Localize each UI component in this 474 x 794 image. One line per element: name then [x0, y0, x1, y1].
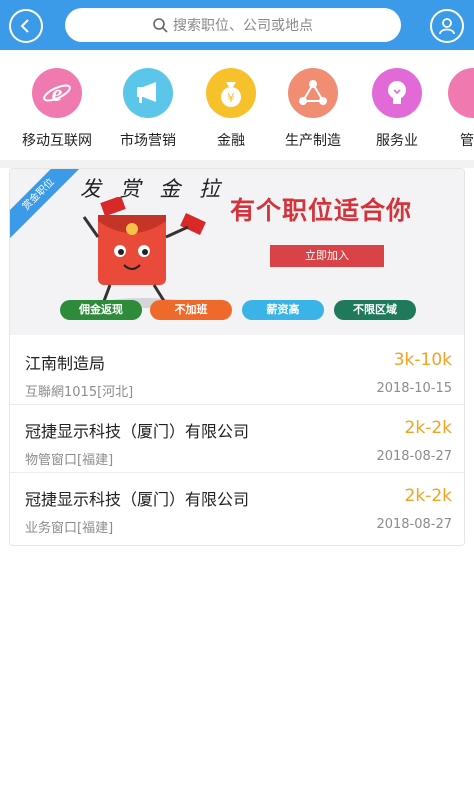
ie-browser-icon: e	[32, 68, 82, 118]
category-label: 管	[460, 133, 474, 149]
job-date: 2018-08-27	[376, 517, 452, 532]
tag-high-salary: 薪资高	[242, 300, 324, 320]
category-label: 市场营销	[120, 133, 176, 149]
tag-no-overtime: 不加班	[150, 300, 232, 320]
category-service[interactable]: 服务业	[352, 68, 442, 150]
tag-any-region: 不限区域	[334, 300, 416, 320]
user-button[interactable]	[430, 9, 464, 43]
job-panel: 赏金职位 发 赏 金 拉 有个职位适合你 立即加入 佣金返现 不加班 薪资高 不…	[9, 168, 465, 546]
job-list-item[interactable]: 冠捷显示科技（厦门）有限公司 2k-2k 业务窗口[福建] 2018-08-27	[10, 473, 464, 541]
category-label: 金融	[217, 133, 245, 149]
promo-banner[interactable]: 赏金职位 发 赏 金 拉 有个职位适合你 立即加入 佣金返现 不加班 薪资高 不…	[10, 169, 464, 335]
job-date: 2018-10-15	[376, 381, 452, 396]
job-salary: 2k-2k	[404, 486, 452, 506]
partial-icon	[448, 68, 474, 118]
category-label: 服务业	[376, 133, 418, 149]
category-marketing[interactable]: 市场营销	[103, 68, 193, 150]
category-label: 移动互联网	[22, 133, 92, 149]
search-input[interactable]: 搜索职位、公司或地点	[65, 8, 401, 42]
job-list-item[interactable]: 江南制造局 3k-10k 互聯網1015[河北] 2018-10-15	[10, 337, 464, 405]
category-strip: e 移动互联网 市场营销 ¥ 金融 生产制造 服务业 管	[0, 50, 474, 160]
section-divider	[0, 160, 474, 168]
top-bar: 搜索职位、公司或地点	[0, 0, 474, 50]
job-department: 物管窗口[福建]	[25, 453, 114, 468]
job-title: 冠捷显示科技（厦门）有限公司	[25, 490, 250, 509]
bounty-ribbon: 赏金职位	[10, 169, 85, 241]
megaphone-icon	[123, 68, 173, 118]
banner-slogan: 有个职位适合你	[230, 196, 413, 225]
lightbulb-icon	[372, 68, 422, 118]
join-now-button[interactable]: 立即加入	[270, 245, 384, 267]
user-icon	[439, 18, 455, 35]
svg-text:¥: ¥	[227, 91, 235, 105]
chevron-left-icon	[20, 19, 29, 33]
job-title: 江南制造局	[25, 354, 106, 373]
category-manufacturing[interactable]: 生产制造	[268, 68, 358, 150]
category-label: 生产制造	[285, 133, 341, 149]
category-finance[interactable]: ¥ 金融	[186, 68, 276, 150]
category-partial[interactable]: 管	[430, 68, 474, 150]
job-date: 2018-08-27	[376, 449, 452, 464]
category-mobile-internet[interactable]: e 移动互联网	[12, 68, 102, 150]
tag-commission: 佣金返现	[60, 300, 142, 320]
job-list-item[interactable]: 冠捷显示科技（厦门）有限公司 2k-2k 物管窗口[福建] 2018-08-27	[10, 405, 464, 473]
job-department: 互聯網1015[河北]	[25, 385, 134, 400]
search-placeholder: 搜索职位、公司或地点	[173, 18, 313, 34]
search-icon	[153, 17, 168, 33]
job-salary: 2k-2k	[404, 418, 452, 438]
network-icon	[288, 68, 338, 118]
back-button[interactable]	[9, 9, 43, 43]
svg-text:e: e	[52, 81, 63, 107]
job-department: 业务窗口[福建]	[25, 521, 114, 536]
red-envelope-mascot	[82, 197, 206, 308]
job-salary: 3k-10k	[393, 350, 452, 370]
job-title: 冠捷显示科技（厦门）有限公司	[25, 422, 250, 441]
money-bag-icon: ¥	[206, 68, 256, 118]
